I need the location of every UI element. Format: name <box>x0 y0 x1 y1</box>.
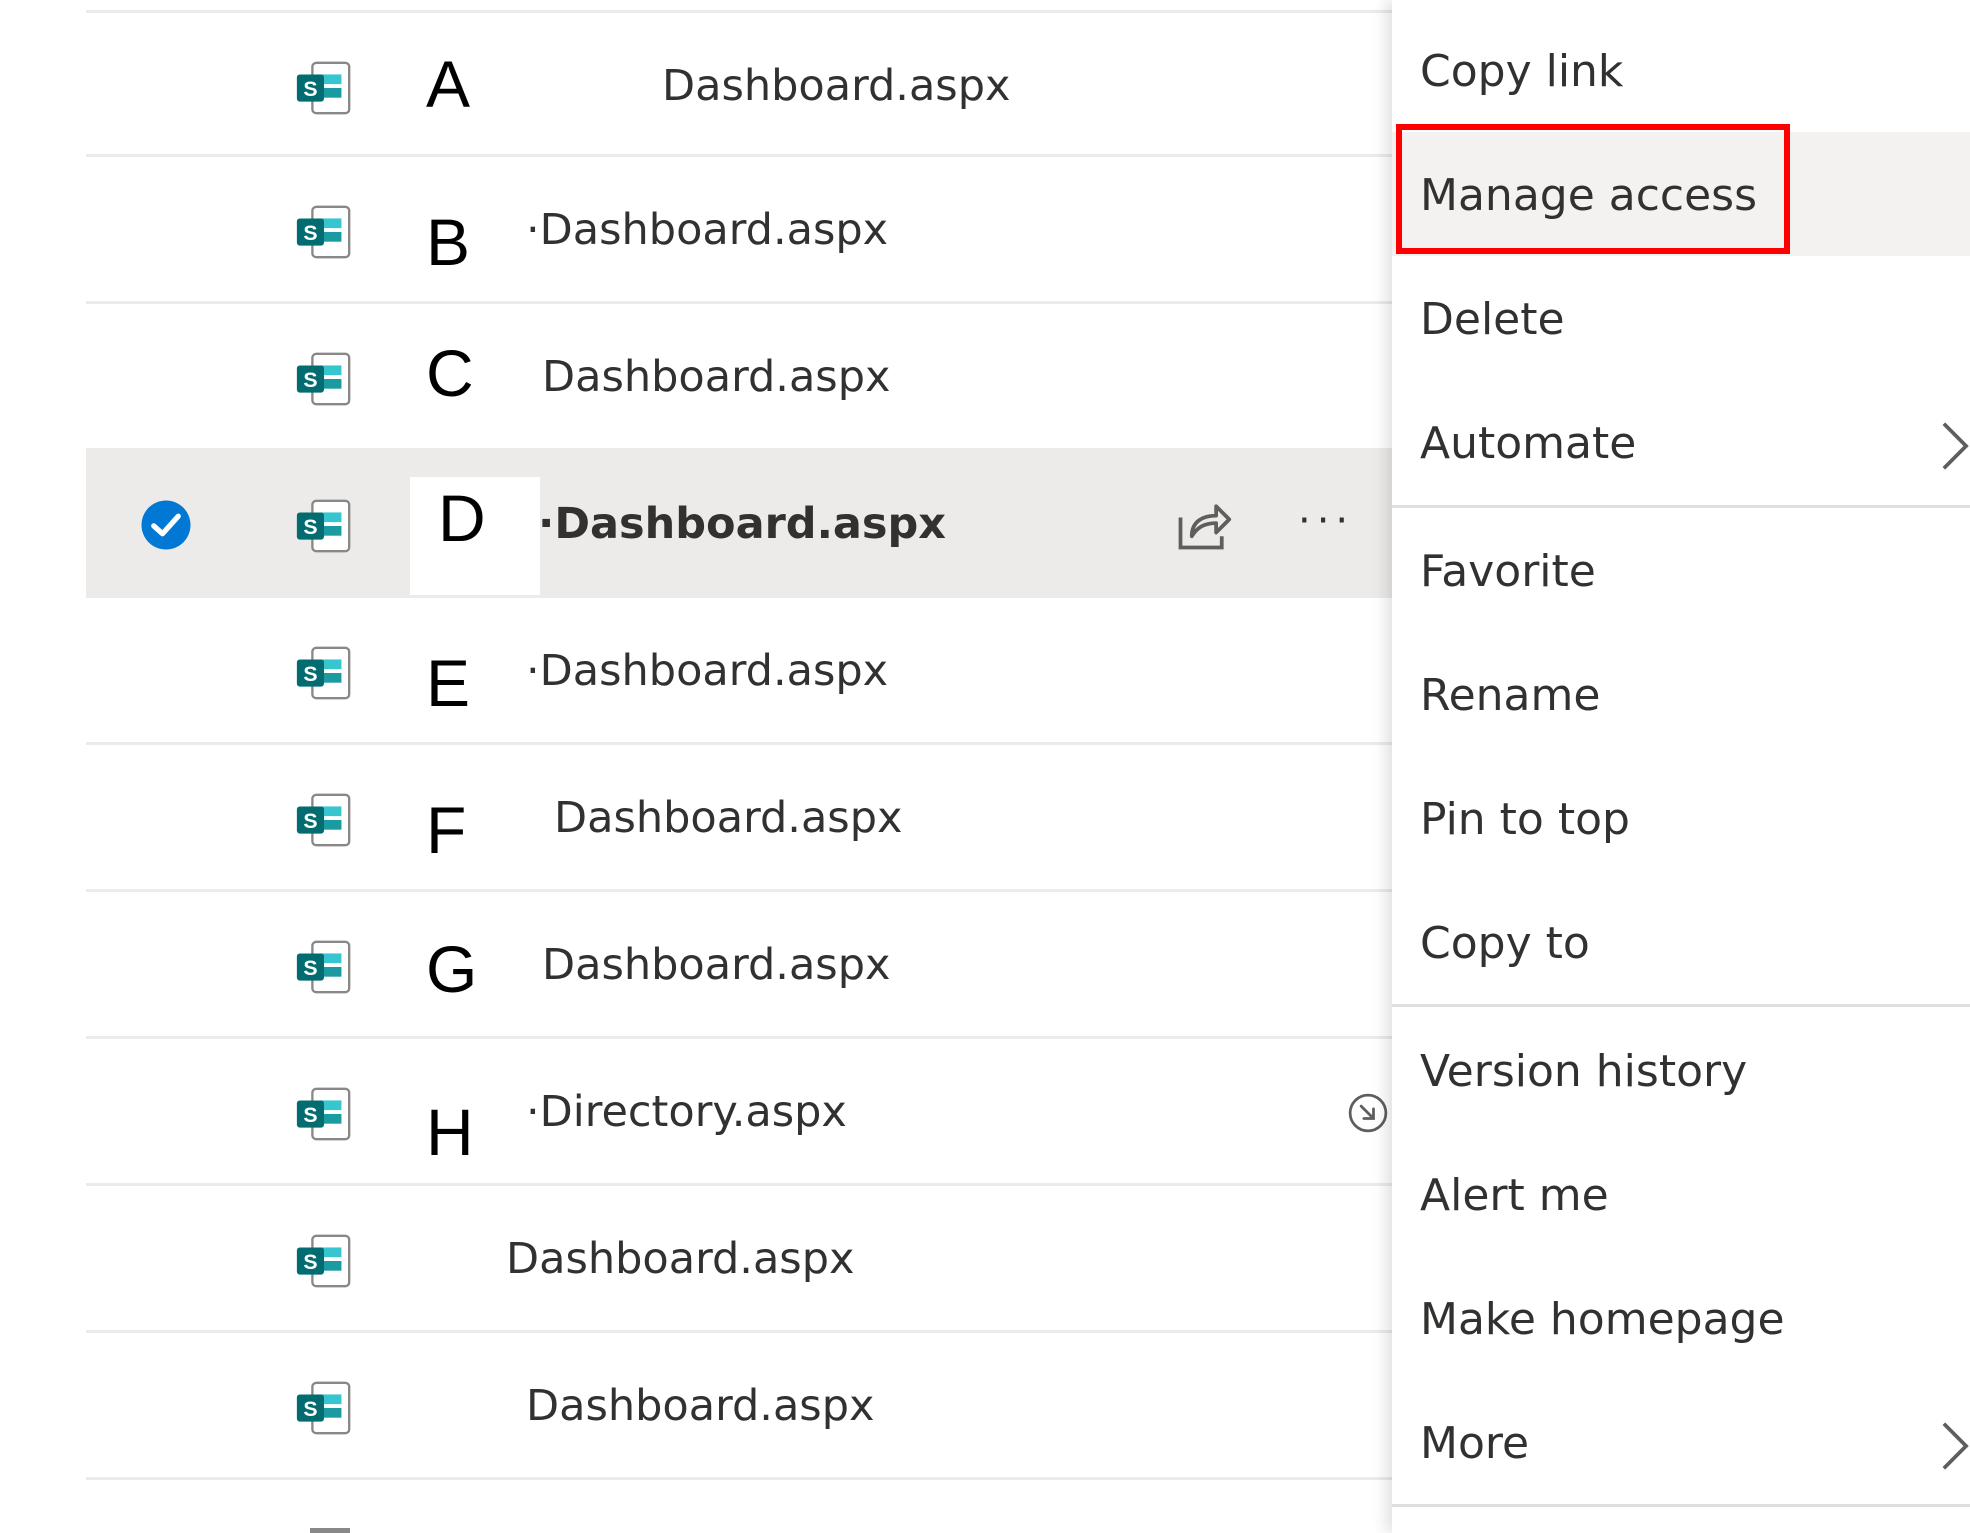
file-row-c[interactable]: S C Dashboard.aspx <box>86 304 1392 451</box>
menu-item-label: More <box>1420 1418 1530 1469</box>
file-name[interactable]: Dashboard.aspx <box>506 1234 854 1286</box>
row-letter: A <box>426 47 471 121</box>
row-letter: B <box>426 205 471 279</box>
menu-item-label: Alert me <box>1420 1170 1609 1221</box>
menu-item-label: Rename <box>1420 670 1601 721</box>
sharepoint-page-icon: S <box>296 1234 351 1288</box>
svg-text:S: S <box>303 1250 317 1274</box>
menu-item-label: Pin to top <box>1420 794 1630 845</box>
sharepoint-page-icon: S <box>296 940 351 994</box>
svg-text:S: S <box>303 221 317 245</box>
file-row-d[interactable]: S D ·Dashboard.aspx ··· <box>86 451 1392 598</box>
menu-item-label: Manage access <box>1420 170 1758 221</box>
svg-text:S: S <box>303 515 317 539</box>
sharepoint-page-icon: S <box>296 352 351 406</box>
menu-item-more[interactable]: More <box>1392 1380 1970 1504</box>
svg-text:S: S <box>303 956 317 980</box>
menu-item-copy-link[interactable]: Copy link <box>1392 8 1970 132</box>
row-letter: H <box>426 1095 474 1169</box>
menu-item-label: Make homepage <box>1420 1294 1785 1345</box>
file-name[interactable]: ·Dashboard.aspx <box>526 646 888 698</box>
share-icon[interactable] <box>1172 495 1234 555</box>
file-row-g[interactable]: S G Dashboard.aspx <box>86 892 1392 1039</box>
file-name[interactable]: Dashboard.aspx <box>542 352 890 404</box>
more-options-button[interactable]: ··· <box>1298 501 1368 541</box>
sync-arrow-icon <box>1348 1093 1388 1133</box>
menu-item-label: Copy to <box>1420 918 1590 969</box>
menu-item-alert-me[interactable]: Alert me <box>1392 1132 1970 1256</box>
menu-item-delete[interactable]: Delete <box>1392 256 1970 380</box>
svg-text:S: S <box>303 368 317 392</box>
row-letter: F <box>426 793 467 867</box>
sharepoint-page-icon: S <box>296 205 351 259</box>
file-row-h[interactable]: S H ·Directory.aspx <box>86 1039 1392 1186</box>
svg-text:S: S <box>303 809 317 833</box>
file-name[interactable]: ·Dashboard.aspx <box>526 205 888 257</box>
menu-item-automate[interactable]: Automate <box>1392 380 1970 504</box>
chevron-right-icon <box>1942 1422 1969 1470</box>
row-letter: C <box>426 336 474 410</box>
chevron-right-icon <box>1942 422 1969 470</box>
menu-separator <box>1392 1504 1970 1507</box>
svg-text:S: S <box>303 1397 317 1421</box>
file-row-e[interactable]: S E ·Dashboard.aspx <box>86 598 1392 745</box>
menu-item-label: Delete <box>1420 294 1565 345</box>
row-letter: G <box>426 932 478 1006</box>
file-name[interactable]: Dashboard.aspx <box>662 61 1010 113</box>
svg-text:S: S <box>303 662 317 686</box>
menu-item-label: Favorite <box>1420 546 1596 597</box>
menu-item-rename[interactable]: Rename <box>1392 632 1970 756</box>
file-name[interactable]: ·Dashboard.aspx <box>538 499 946 551</box>
next-row-stub <box>310 1528 350 1533</box>
sharepoint-page-icon: S <box>296 499 351 553</box>
context-menu: Copy link Manage access Delete Automate … <box>1392 0 1970 1533</box>
menu-item-favorite[interactable]: Favorite <box>1392 508 1970 632</box>
menu-item-make-homepage[interactable]: Make homepage <box>1392 1256 1970 1380</box>
row-letter: E <box>426 646 471 720</box>
menu-item-pin-to-top[interactable]: Pin to top <box>1392 756 1970 880</box>
row-letter: D <box>438 481 486 555</box>
sharepoint-page-icon: S <box>296 61 351 115</box>
file-name[interactable]: Dashboard.aspx <box>542 940 890 992</box>
menu-item-label: Version history <box>1420 1046 1748 1097</box>
sharepoint-page-icon: S <box>296 1087 351 1141</box>
menu-separator <box>1392 1004 1970 1007</box>
sharepoint-page-icon: S <box>296 646 351 700</box>
svg-text:S: S <box>303 1103 317 1127</box>
svg-text:S: S <box>303 77 317 101</box>
menu-item-label: Automate <box>1420 418 1637 469</box>
file-name[interactable]: ·Directory.aspx <box>526 1087 847 1139</box>
file-row-f[interactable]: S F Dashboard.aspx <box>86 745 1392 892</box>
file-row-10[interactable]: S Dashboard.aspx <box>86 1333 1392 1480</box>
check-circle-icon[interactable] <box>138 497 194 553</box>
file-name[interactable]: Dashboard.aspx <box>526 1381 874 1433</box>
file-row-a[interactable]: S A Dashboard.aspx <box>86 10 1392 157</box>
menu-item-copy-to[interactable]: Copy to <box>1392 880 1970 1004</box>
sharepoint-page-icon: S <box>296 1381 351 1435</box>
file-row-b[interactable]: S B ·Dashboard.aspx <box>86 157 1392 304</box>
sharepoint-page-icon: S <box>296 793 351 847</box>
menu-item-label: Copy link <box>1420 46 1624 97</box>
file-name[interactable]: Dashboard.aspx <box>554 793 902 845</box>
menu-item-manage-access[interactable]: Manage access <box>1392 132 1970 256</box>
menu-item-version-history[interactable]: Version history <box>1392 1008 1970 1132</box>
file-row-9[interactable]: S Dashboard.aspx <box>86 1186 1392 1333</box>
